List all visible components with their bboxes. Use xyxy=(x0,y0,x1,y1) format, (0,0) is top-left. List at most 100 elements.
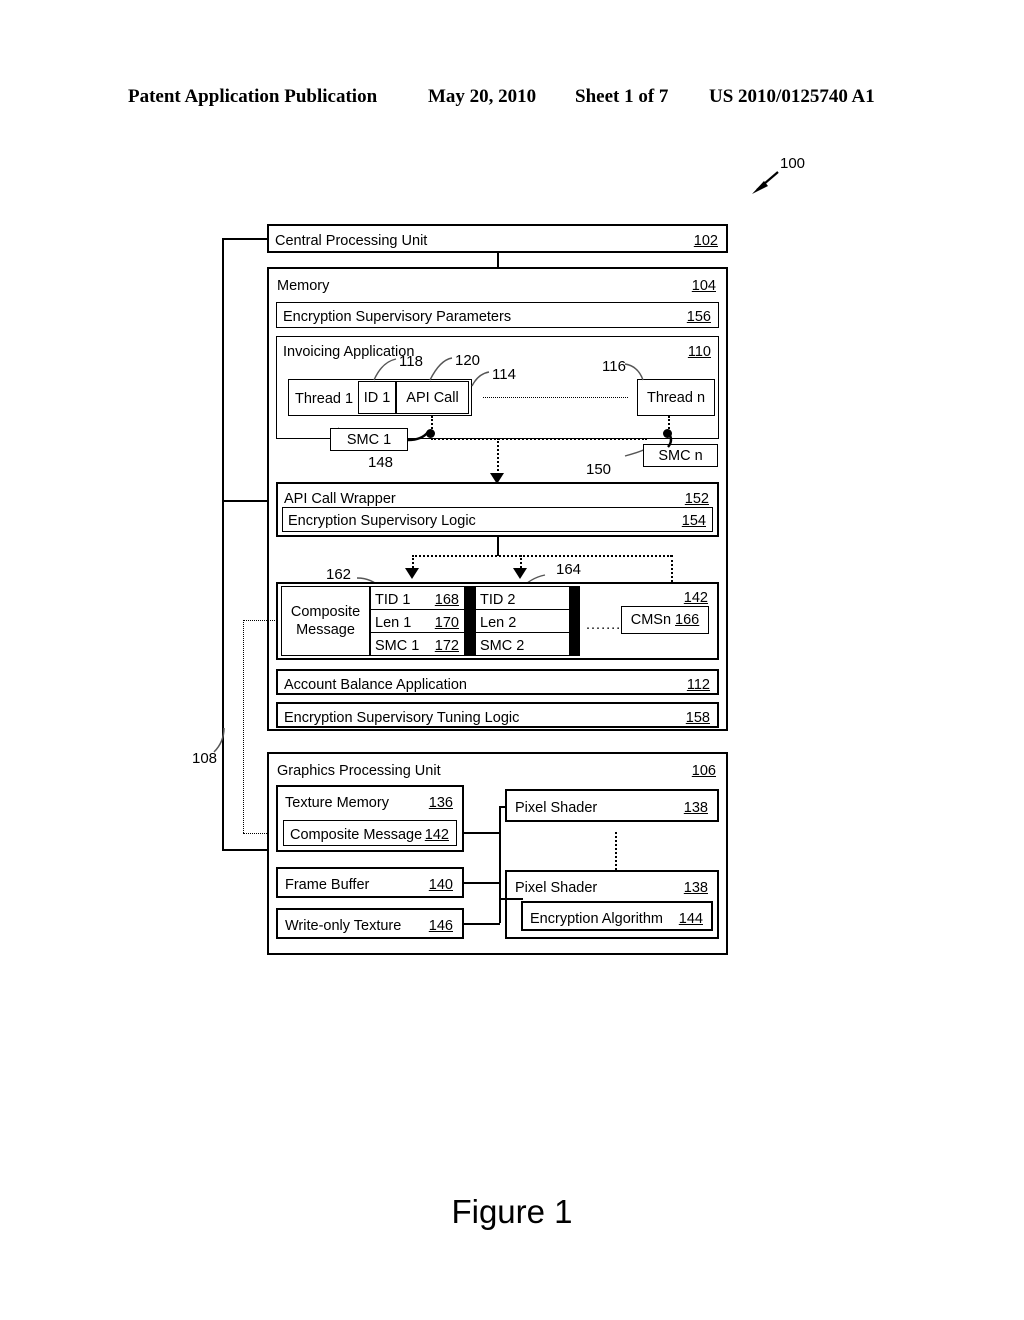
frame-buffer-box[interactable]: Frame Buffer 140 xyxy=(276,867,464,898)
encryption-parameters-box[interactable]: Encryption Supervisory Parameters 156 xyxy=(276,302,719,328)
bus-ref-108: 108 xyxy=(192,750,218,767)
composite-col2-len-label: Len 2 xyxy=(480,615,517,631)
account-balance-application-box[interactable]: Account Balance Application 112 xyxy=(276,669,719,695)
frame-buffer-ref: 140 xyxy=(428,877,453,893)
smc-n-ref: 150 xyxy=(586,461,612,478)
texture-memory-ref: 136 xyxy=(428,795,453,811)
smc-1-box[interactable]: SMC 1 xyxy=(330,428,408,451)
encryption-parameters-label: Encryption Supervisory Parameters xyxy=(283,309,512,325)
composite-col1-smc-label: SMC 1 xyxy=(375,638,420,654)
thread-n-label: Thread n xyxy=(646,389,706,406)
sheet-number: Sheet 1 of 7 xyxy=(575,86,669,107)
bus-to-gpu xyxy=(222,849,268,851)
pixel-shader-top-label: Pixel Shader xyxy=(515,800,598,816)
encryption-algorithm-ref: 144 xyxy=(678,911,703,927)
composite-col2-smc-cell: SMC 2 xyxy=(475,632,570,656)
composite-col2-tid-cell: TID 2 xyxy=(475,586,570,610)
cmsn-label: CMSn xyxy=(630,612,672,628)
thread-n-ref: 116 xyxy=(602,358,626,375)
encryption-supervisory-logic-ref: 154 xyxy=(681,513,706,529)
publication-date: May 20, 2010 xyxy=(428,86,537,107)
memory-ref: 104 xyxy=(691,278,716,294)
composite-arrow-ref-164: 164 xyxy=(556,561,582,578)
thread-1-label: Thread 1 xyxy=(295,391,354,407)
composite-col2-len-cell: Len 2 xyxy=(475,609,570,633)
frame-buffer-connector xyxy=(464,882,500,884)
encryption-parameters-ref: 156 xyxy=(686,309,711,325)
smc-1-ref: 148 xyxy=(368,454,394,471)
thread-n-box[interactable]: Thread n xyxy=(637,379,715,416)
api-call-wrapper-ref: 152 xyxy=(684,491,709,507)
thread-n-junction-dot xyxy=(663,429,672,438)
api-call-wrapper-label: API Call Wrapper xyxy=(284,491,396,507)
pixel-shader-top-box[interactable]: Pixel Shader 138 xyxy=(505,789,719,822)
smc-n-box[interactable]: SMC n xyxy=(643,444,718,467)
gpu-composite-message-ref: 142 xyxy=(424,827,449,843)
composite-col1-len-cell: Len 1 170 xyxy=(370,609,465,633)
smc-bus-horizontal xyxy=(431,438,647,440)
wrapper-branch-horizontal xyxy=(412,555,672,557)
account-balance-application-label: Account Balance Application xyxy=(284,677,467,693)
gpu-bus-to-shader-top xyxy=(499,806,507,808)
figure-caption: Figure 1 xyxy=(451,1193,573,1230)
thread-1-ref: 114 xyxy=(492,366,516,383)
composite-col1-len-label: Len 1 xyxy=(375,615,412,631)
bus-to-cpu xyxy=(222,238,268,240)
tuning-logic-label: Encryption Supervisory Tuning Logic xyxy=(284,710,520,726)
pixel-shader-bottom-label: Pixel Shader xyxy=(515,880,598,896)
thread-1-junction-dot xyxy=(426,429,435,438)
encryption-supervisory-logic-label: Encryption Supervisory Logic xyxy=(288,513,476,529)
branch-left-arrow xyxy=(405,568,419,579)
pixel-shader-ellipsis xyxy=(615,832,617,870)
smc-1-label: SMC 1 xyxy=(346,431,392,448)
thread-1-api-call-box[interactable]: API Call xyxy=(396,381,469,414)
invoicing-application-label: Invoicing Application xyxy=(283,344,415,360)
gpu-composite-message-label: Composite Message xyxy=(290,827,423,843)
thread-1-id-ref: 118 xyxy=(399,353,423,370)
pixel-shader-top-ref: 138 xyxy=(683,800,708,816)
write-only-texture-box[interactable]: Write-only Texture 146 xyxy=(276,908,464,939)
texture-memory-label: Texture Memory xyxy=(285,795,389,811)
composite-col1-smc-ref: 172 xyxy=(434,638,459,654)
composite-input-line xyxy=(497,438,499,478)
write-only-texture-ref: 146 xyxy=(428,918,453,934)
thread-1-api-call-ref: 120 xyxy=(455,352,481,369)
composite-message-label-cell: Composite Message xyxy=(281,586,370,656)
encryption-algorithm-label: Encryption Algorithm xyxy=(530,911,663,927)
gpu-composite-message-box[interactable]: Composite Message 142 xyxy=(283,820,457,846)
composite-message-label-line1: Composite xyxy=(290,603,361,620)
composite-col1-len-ref: 170 xyxy=(434,615,459,631)
composite-separator-2 xyxy=(570,586,580,656)
smc-n-label: SMC n xyxy=(658,447,703,464)
encryption-supervisory-logic-box[interactable]: Encryption Supervisory Logic 154 xyxy=(282,507,713,532)
thread-1-id-box[interactable]: ID 1 xyxy=(358,381,396,414)
wrapper-output-stem xyxy=(497,537,499,556)
composite-col1-tid-cell: TID 1 168 xyxy=(370,586,465,610)
cm-to-gpu-horizontal-top xyxy=(243,620,277,621)
encryption-algorithm-box[interactable]: Encryption Algorithm 144 xyxy=(521,901,713,931)
composite-col2-tid-label: TID 2 xyxy=(480,592,516,608)
tuning-logic-box[interactable]: Encryption Supervisory Tuning Logic 158 xyxy=(276,702,719,728)
gpu-bus-to-shader-bottom xyxy=(499,898,523,900)
system-ref-100: 100 xyxy=(780,155,806,172)
memory-label: Memory xyxy=(277,278,330,294)
cm-to-gpu-vertical xyxy=(243,620,244,833)
cmsn-box[interactable]: CMSn 166 xyxy=(621,606,709,634)
composite-col1-tid-label: TID 1 xyxy=(375,592,411,608)
tuning-logic-ref: 158 xyxy=(685,710,710,726)
gpu-ref: 106 xyxy=(691,763,716,779)
cpu-label: Central Processing Unit xyxy=(275,233,428,249)
thread-1-api-call-label: API Call xyxy=(406,389,459,406)
branch-mid-arrow xyxy=(513,568,527,579)
composite-arrow-ref-162: 162 xyxy=(326,566,352,583)
account-balance-application-ref: 112 xyxy=(686,677,710,693)
bus-to-api-wrapper xyxy=(222,500,268,502)
gpu-bus-vertical xyxy=(499,806,501,923)
composite-separator-1 xyxy=(465,586,475,656)
system-bus-vertical xyxy=(222,238,224,850)
cpu-box[interactable]: Central Processing Unit 102 xyxy=(267,224,728,253)
thread-ellipsis xyxy=(483,397,628,398)
gpu-label: Graphics Processing Unit xyxy=(277,763,441,779)
frame-buffer-label: Frame Buffer xyxy=(285,877,370,893)
composite-message-ref: 142 xyxy=(683,590,708,606)
